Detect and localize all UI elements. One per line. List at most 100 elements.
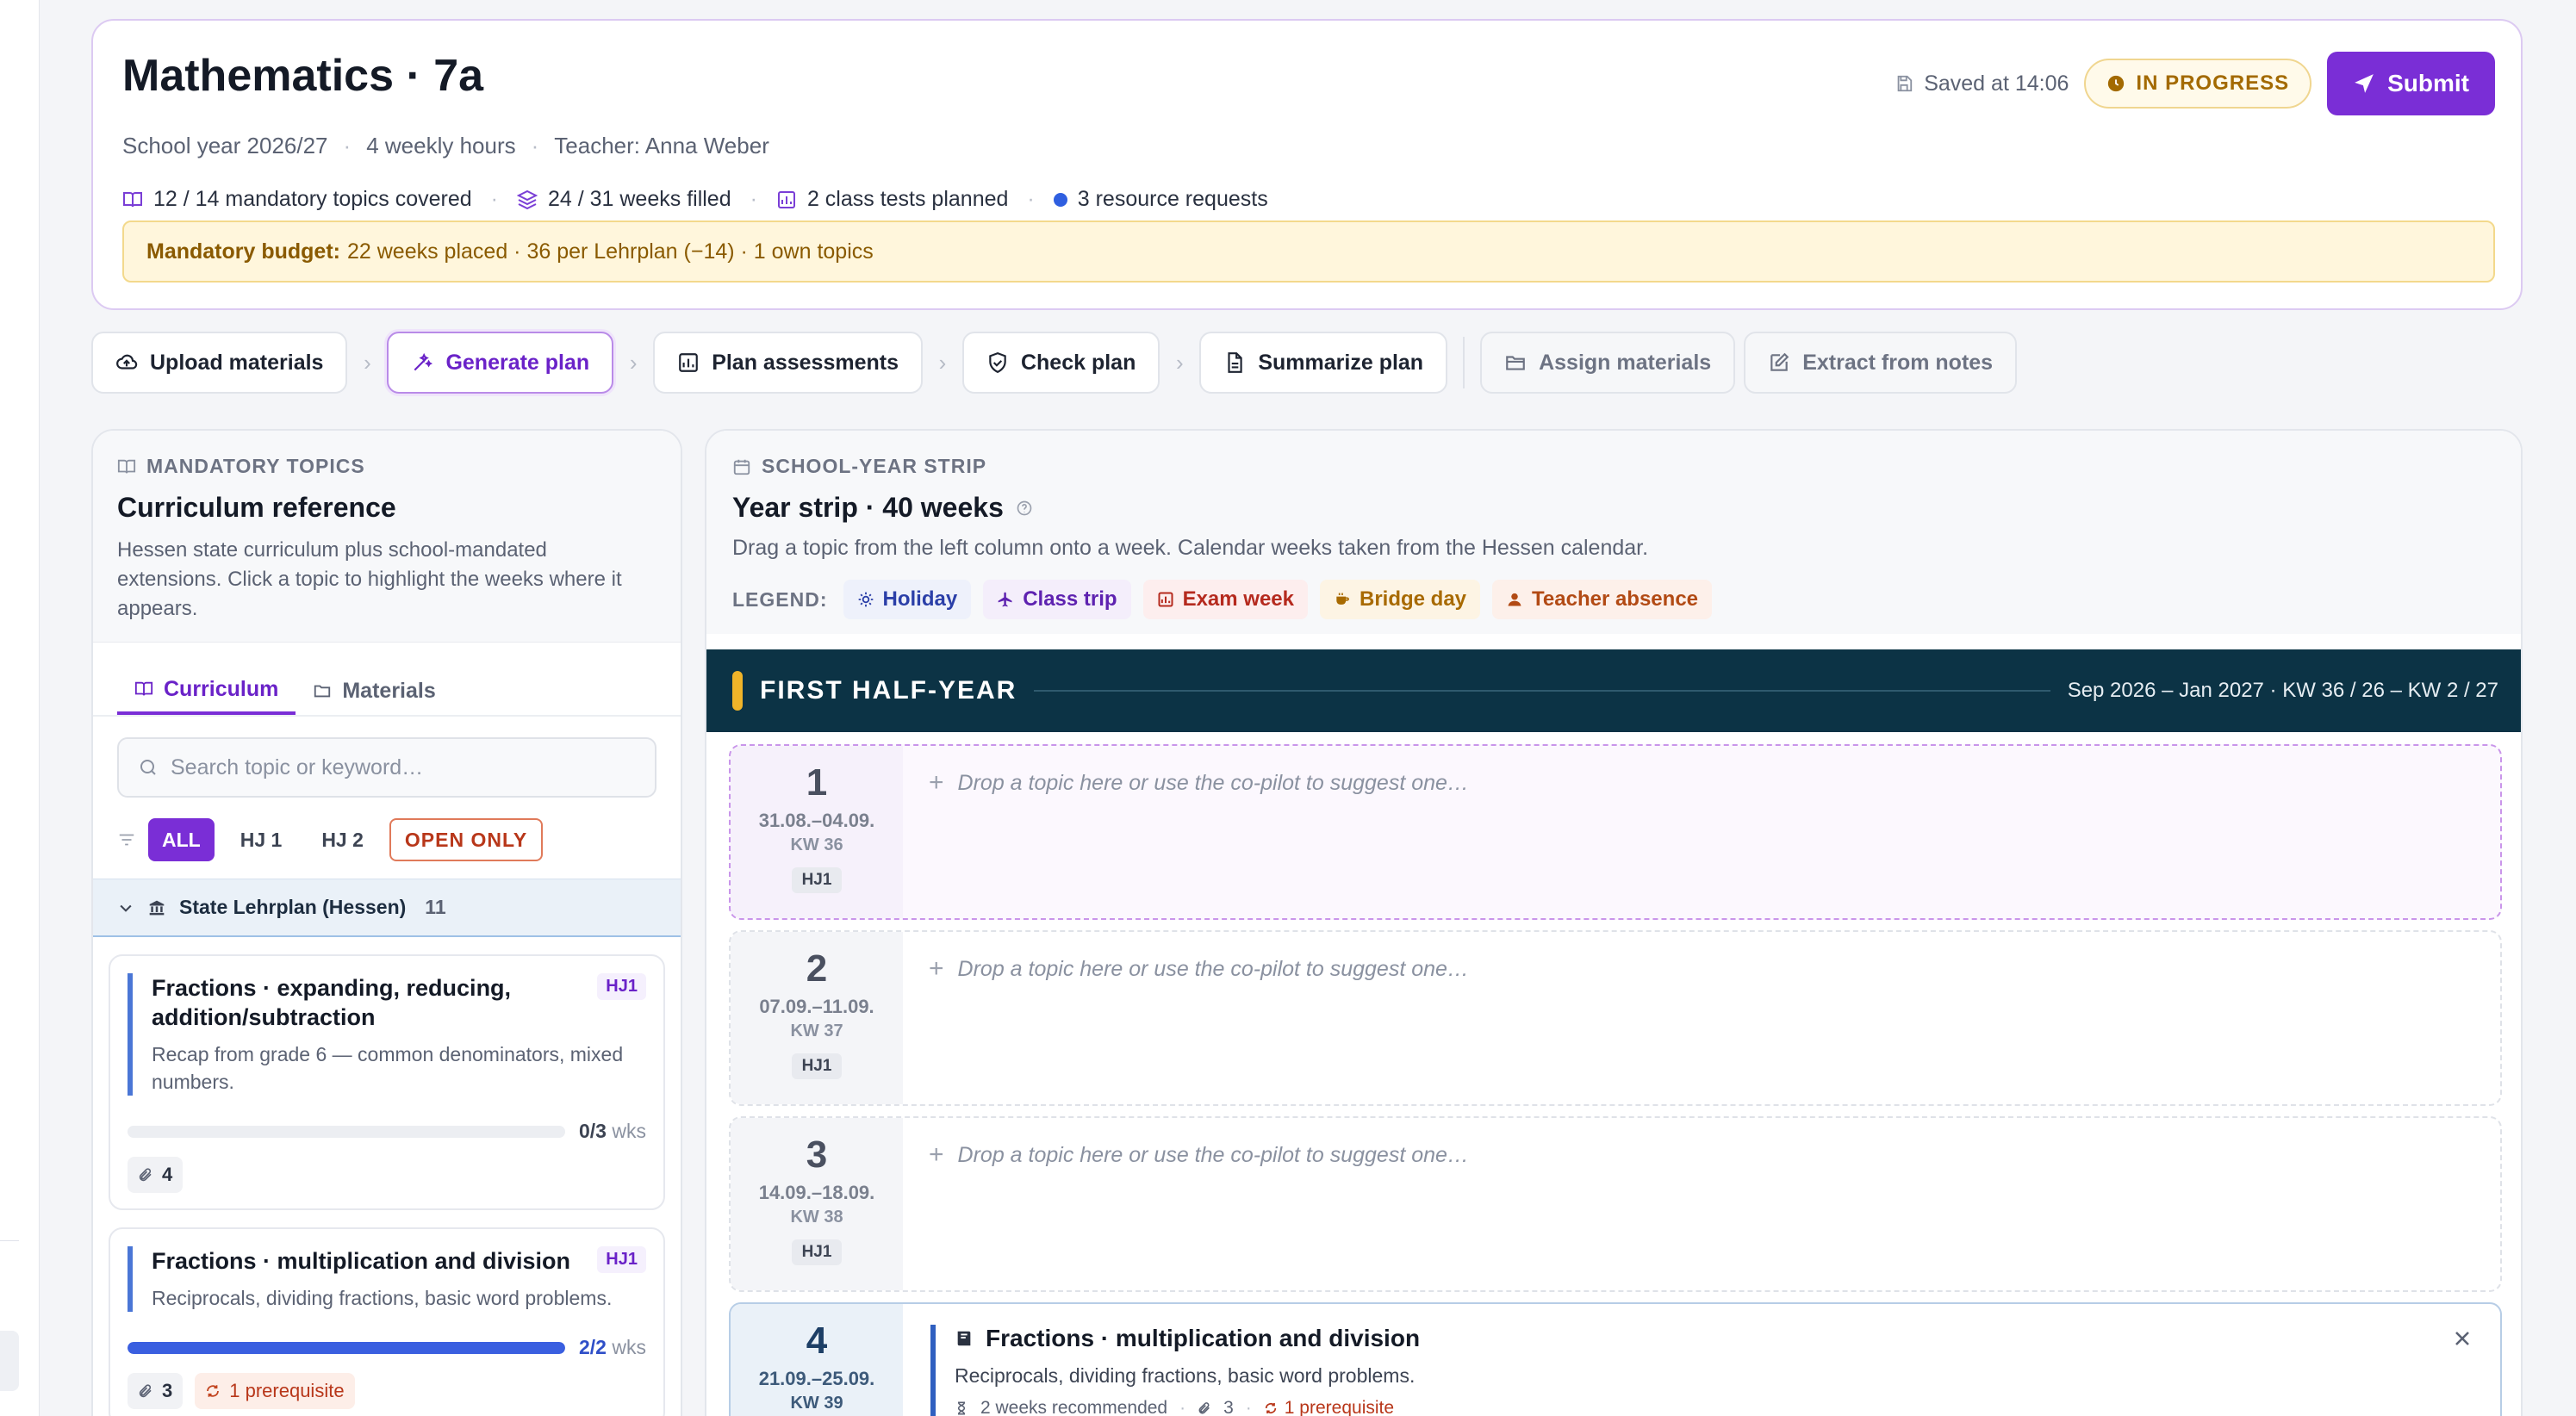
week-dates: 21.09.–25.09. — [758, 1368, 875, 1389]
submit-button[interactable]: Submit — [2327, 52, 2495, 115]
tab-materials[interactable]: Materials — [296, 667, 452, 715]
chart-icon — [1157, 591, 1174, 608]
extract-notes-button[interactable]: Extract from notes — [1744, 332, 2018, 394]
filter-icon — [117, 830, 136, 849]
person-icon — [1506, 591, 1523, 608]
progress-unit: wks — [612, 1120, 646, 1142]
stat-topics: 12 / 14 mandatory topics covered — [122, 187, 472, 212]
tab-curriculum[interactable]: Curriculum — [117, 667, 296, 715]
panel-tabs: Curriculum Materials — [93, 643, 681, 717]
week-number: 4 — [806, 1320, 828, 1362]
week-label: 4 21.09.–25.09. KW 39 — [731, 1304, 903, 1416]
rail-divider — [0, 1240, 19, 1241]
assign-label: Assign materials — [1539, 350, 1712, 375]
topic-card-body: Fractions · expanding, reducing, additio… — [128, 973, 646, 1096]
filter-all[interactable]: ALL — [148, 818, 215, 861]
sun-icon — [857, 591, 874, 608]
progress-value: 2/2 wks — [579, 1336, 646, 1359]
week-label: 2 07.09.–11.09. KW 37 HJ1 — [731, 932, 903, 1104]
upload-materials-button[interactable]: Upload materials — [91, 332, 348, 394]
remove-topic-close-icon[interactable] — [2450, 1326, 2474, 1351]
plus-icon: + — [929, 954, 944, 983]
eyebrow-text: SCHOOL-YEAR STRIP — [762, 455, 987, 477]
materials-count-badge: 3 — [128, 1373, 184, 1409]
filter-hj2[interactable]: HJ 2 — [308, 818, 377, 861]
generate-label: Generate plan — [445, 350, 590, 375]
eyebrow-text: MANDATORY TOPICS — [146, 455, 365, 477]
drop-zone[interactable]: + Drop a topic here or use the co-pilot … — [929, 1140, 1469, 1170]
shield-check-icon — [986, 351, 1009, 374]
progress-text: 0/3 — [579, 1120, 607, 1142]
progress-unit: wks — [612, 1336, 646, 1358]
plus-icon: + — [929, 768, 944, 797]
status-text: IN PROGRESS — [2136, 71, 2290, 95]
half-year-accent — [732, 671, 743, 711]
panel-eyebrow: MANDATORY TOPICS — [117, 455, 656, 478]
drop-hint: Drop a topic here or use the co-pilot to… — [957, 770, 1469, 795]
topic-badges: 3 1 prerequisite — [128, 1373, 646, 1409]
curriculum-group-header[interactable]: State Lehrplan (Hessen) 11 — [93, 879, 681, 937]
generate-plan-button[interactable]: Generate plan — [387, 332, 614, 394]
topic-title: Fractions · expanding, reducing, additio… — [152, 975, 512, 1030]
upload-label: Upload materials — [150, 350, 324, 375]
panel-description: Drag a topic from the left column onto a… — [732, 536, 1649, 560]
topic-progress: 2/2 wks — [128, 1336, 646, 1359]
check-plan-button[interactable]: Check plan — [961, 332, 1160, 394]
saved-text: Saved at 14:06 — [1924, 71, 2069, 96]
book-icon — [134, 680, 153, 699]
panel-eyebrow: SCHOOL-YEAR STRIP — [732, 455, 2495, 478]
week-slot[interactable]: 3 14.09.–18.09. KW 38 HJ1 + Drop a topic… — [729, 1116, 2502, 1292]
week-slot[interactable]: 2 07.09.–11.09. KW 37 HJ1 + Drop a topic… — [729, 930, 2502, 1106]
summarize-plan-button[interactable]: Summarize plan — [1199, 332, 1448, 394]
progress-fill — [128, 1341, 565, 1354]
recommended-weeks: 2 weeks recommended — [980, 1398, 1168, 1416]
stat-weeks: 24 / 31 weeks filled — [516, 187, 731, 212]
submit-label: Submit — [2387, 70, 2469, 96]
week-dates: 07.09.–11.09. — [759, 996, 874, 1017]
calendar-week: KW 36 — [790, 835, 843, 854]
year-strip-panel: SCHOOL-YEAR STRIP Year strip · 40 weeks … — [705, 429, 2523, 1416]
drop-zone[interactable]: + Drop a topic here or use the co-pilot … — [929, 954, 1469, 984]
filter-open-only[interactable]: OPEN ONLY — [389, 818, 544, 861]
refresh-icon — [1264, 1401, 1278, 1415]
topic-badges: 4 — [128, 1157, 646, 1193]
progress-bar — [128, 1125, 565, 1138]
topic-search-input[interactable]: Search topic or keyword… — [117, 737, 656, 798]
calendar-week: KW 38 — [790, 1208, 843, 1227]
drop-zone[interactable]: + Drop a topic here or use the co-pilot … — [929, 768, 1469, 798]
half-year-tag: HJ1 — [791, 867, 843, 893]
chevron-down-icon — [117, 899, 134, 916]
calendar-week: KW 39 — [790, 1394, 843, 1413]
week-dates: 14.09.–18.09. — [758, 1182, 875, 1203]
assign-materials-button[interactable]: Assign materials — [1480, 332, 1736, 394]
requests-dot-icon — [1053, 192, 1067, 207]
left-rail — [0, 0, 40, 1416]
help-icon[interactable] — [1016, 500, 1033, 517]
meta-separator: · — [531, 133, 539, 158]
legend-trip-label: Class trip — [1023, 587, 1117, 611]
chart-icon — [677, 351, 700, 374]
calendar-icon — [732, 457, 751, 476]
folder-open-icon — [1504, 351, 1527, 374]
week-slot[interactable]: 4 21.09.–25.09. KW 39 Fractions · multip… — [729, 1302, 2502, 1416]
week-slot[interactable]: 1 31.08.–04.09. KW 36 HJ1 + Drop a topic… — [729, 744, 2502, 920]
assigned-topic-title: Fractions · multiplication and division — [955, 1325, 2466, 1352]
assigned-topic[interactable]: Fractions · multiplication and division … — [930, 1325, 2466, 1416]
half-year-range: Sep 2026 – Jan 2027 · KW 36 / 26 – KW 2 … — [2067, 679, 2498, 702]
institution-icon — [148, 899, 165, 916]
topic-card[interactable]: Fractions · multiplication and division … — [109, 1227, 665, 1416]
panel-title: Year strip · 40 weeks — [732, 492, 2495, 524]
prerequisite-text: 1 prerequisite — [1284, 1398, 1395, 1416]
chevron-right-icon: › — [1176, 349, 1184, 376]
book-icon — [955, 1329, 974, 1348]
week-number: 2 — [806, 947, 828, 990]
cloud-upload-icon — [115, 351, 138, 374]
search-placeholder: Search topic or keyword… — [171, 755, 424, 779]
materials-count-badge: 4 — [128, 1157, 184, 1193]
rail-handle[interactable] — [0, 1331, 19, 1391]
clock-icon — [2106, 74, 2125, 93]
plan-assessments-button[interactable]: Plan assessments — [653, 332, 923, 394]
filter-hj1[interactable]: HJ 1 — [227, 818, 296, 861]
topic-card[interactable]: Fractions · expanding, reducing, additio… — [109, 954, 665, 1210]
legend-label: LEGEND: — [732, 587, 828, 611]
